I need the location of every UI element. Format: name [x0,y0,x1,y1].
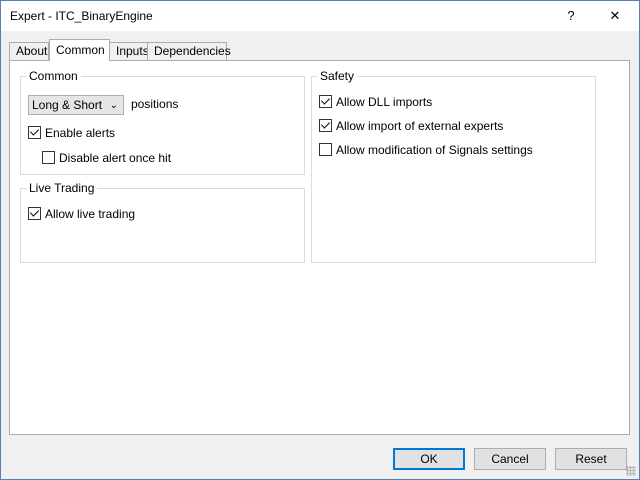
title-bar[interactable]: Expert - ITC_BinaryEngine ? ✕ [1,1,639,31]
help-button[interactable]: ? [549,1,593,31]
allow-live-trading-label: Allow live trading [45,207,136,221]
live-trading-group: Live Trading Allow live trading [20,181,305,263]
tab-common[interactable]: Common [49,39,110,61]
safety-group-legend: Safety [317,69,358,83]
allow-live-trading-checkbox[interactable]: Allow live trading [28,207,135,223]
enable-alerts-checkbox[interactable]: Enable alerts [28,126,115,142]
allow-import-external-checkbox[interactable]: Allow import of external experts [319,119,503,135]
checkbox-checked-icon[interactable] [28,126,41,139]
checkbox-unchecked-icon[interactable] [42,151,55,164]
disable-alert-once-hit-checkbox[interactable]: Disable alert once hit [42,151,171,167]
resize-grip-icon[interactable] [626,466,636,476]
allow-import-external-label: Allow import of external experts [336,119,504,133]
allow-modification-signals-checkbox[interactable]: Allow modification of Signals settings [319,143,533,159]
checkbox-checked-icon[interactable] [319,119,332,132]
tab-about[interactable]: About [9,42,49,60]
allow-modification-signals-label: Allow modification of Signals settings [336,143,533,157]
live-trading-group-legend: Live Trading [26,181,98,195]
disable-alert-once-hit-label: Disable alert once hit [59,151,172,165]
positions-select[interactable]: Long & Short ⌄ [28,95,124,115]
close-icon[interactable]: ✕ [593,1,637,31]
chevron-down-icon: ⌄ [109,100,118,111]
checkbox-unchecked-icon[interactable] [319,143,332,156]
ok-button[interactable]: OK [393,448,465,470]
tab-inputs[interactable]: Inputs [109,42,149,60]
checkbox-checked-icon[interactable] [28,207,41,220]
window-title: Expert - ITC_BinaryEngine [10,9,153,23]
cancel-button[interactable]: Cancel [474,448,546,470]
tab-panel-common: Common Long & Short ⌄ positions Enable a… [9,60,630,435]
allow-dll-imports-checkbox[interactable]: Allow DLL imports [319,95,432,111]
expert-dialog: Expert - ITC_BinaryEngine ? ✕ About Comm… [0,0,640,480]
reset-button[interactable]: Reset [555,448,627,470]
tab-dependencies[interactable]: Dependencies [147,42,231,60]
enable-alerts-label: Enable alerts [45,126,116,140]
positions-select-value: Long & Short [32,98,103,112]
positions-label: positions [131,97,179,111]
safety-group: Safety Allow DLL imports Allow import of… [311,69,596,263]
allow-dll-imports-label: Allow DLL imports [336,95,433,109]
common-group: Common Long & Short ⌄ positions Enable a… [20,69,305,175]
checkbox-checked-icon[interactable] [319,95,332,108]
common-group-legend: Common [26,69,81,83]
